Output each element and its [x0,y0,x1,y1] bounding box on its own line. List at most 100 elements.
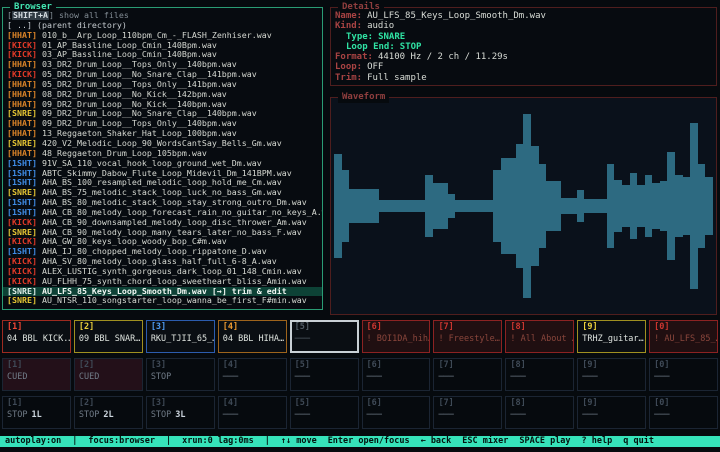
pad-number: [1] [7,398,66,410]
pad[interactable]: [1]04 BBL KICK.… [2,320,71,353]
file-type-tag: [KICK] [7,218,37,227]
status-bar-item: focus:browser [88,436,155,447]
waveform-bar [357,189,365,222]
pad[interactable]: [6]! BOI1DA_hih… [362,320,431,353]
file-type-tag: [1SHT] [7,159,37,168]
detail-row: Kind:audio [335,21,712,31]
waveform-bar [667,152,675,260]
pad[interactable]: [9]TRHZ_guitar… [577,320,646,353]
waveform-bar [660,181,668,231]
pad-sample-name: ─── [295,334,354,346]
file-type-tag: [SNRE] [7,296,37,305]
pad-number: [0] [654,398,713,410]
pad-status-row-a: [1]CUED [2]CUED [3]STOP [4]─── [5]─── [6… [2,358,718,391]
file-row[interactable]: [1SHT]AHA_CB_80_melody_loop_forecast_rai… [3,208,322,218]
file-name: 13_Reggaeton_Shaker_Hat_Loop_100bpm.wav [42,129,237,138]
file-name: ABTC_Skimmy_Dabow_Flute_Loop_Midevil_Dm_… [42,169,292,178]
pad-number: [6] [367,398,426,410]
file-type-tag: [KICK] [7,41,37,50]
status-bar-item: autoplay:on [5,436,61,447]
file-row[interactable]: [KICK]AHA_CB_90_downsampled_melody_loop_… [3,218,322,228]
file-row[interactable]: [1SHT]AHA_IJ_80_chopped_melody_loop_ripp… [3,247,322,257]
pad[interactable]: [7]! Freestyle… [433,320,502,353]
file-row[interactable]: [SNRE]AU_NTSR_110_songstarter_loop_wanna… [3,296,322,306]
pad-number: [4] [223,360,282,372]
show-all-files-hint: [SHIFT+A] show all files [3,11,322,21]
file-name: 91V_SA_110_vocal_hook_loop_ground_wet_Dm… [42,159,262,168]
pad-number: [0] [654,322,713,334]
file-type-tag: [HHAT] [7,119,37,128]
file-row[interactable]: [HHAT]13_Reggaeton_Shaker_Hat_Loop_100bp… [3,129,322,139]
waveform-bar [455,200,463,212]
file-row[interactable]: [SNRE]AHA_CB_90_melody_loop_many_tears_l… [3,228,322,238]
file-type-tag: [KICK] [7,277,37,286]
waveform-bar [584,199,592,214]
file-row[interactable]: [1SHT]AHA_BS_80_melodic_stack_loop_stay_… [3,198,322,208]
file-row[interactable]: [1SHT] ABTC_Skimmy_Dabow_Flute_Loop_Midev… [3,169,322,179]
file-row[interactable]: [SNRE]09_DR2_Drum_Loop__No_Snare_Clap__1… [3,109,322,119]
file-row[interactable]: [KICK]05_DR2_Drum_Loop__No_Snare_Clap__1… [3,70,322,80]
file-row[interactable]: [KICK]AHA_SV_80_melody_loop_glass_half_f… [3,257,322,267]
file-name: 420_V2_Melodic_Loop_90_WordsCantSay_Bell… [42,139,282,148]
pad[interactable]: [4]04 BBL HIHA… [218,320,287,353]
file-row[interactable]: [HHAT]05_DR2_Drum_Loop__Tops_Only__141bp… [3,80,322,90]
pad-status-row-b: [1]STOP1L [2]STOP2L [3]STOP3L [4]─── [5]… [2,396,718,429]
pad-status-text: CUED [7,372,27,382]
file-row[interactable]: [KICK]AU_FLHH_75_synth_chord_loop_sweeth… [3,277,322,287]
detail-key: Loop: [335,62,362,72]
waveform-bar [531,146,539,267]
pad[interactable]: [5]─── [290,320,359,353]
file-row[interactable]: [KICK]ALEX_LUSTIG_synth_gorgeous_dark_lo… [3,267,322,277]
pad-number: [3] [151,398,210,410]
pad[interactable]: [3]RKU_TJII_65_… [146,320,215,353]
waveform-bar [402,200,410,212]
waveform-bar [425,175,433,237]
pad-status-text: STOP [151,372,171,382]
pad-status-text: ─── [438,372,453,382]
parent-directory-item[interactable]: [ ..] (parent directory) [3,21,322,31]
pad-status-cell: [8]─── [505,396,574,429]
pad[interactable]: [2]09 BBL SNAR… [74,320,143,353]
waveform-bar [698,164,706,247]
waveform-display [334,102,713,310]
file-row[interactable]: [HHAT] 09_DR2_Drum_Loop__Tops_Only__140bp… [3,119,322,129]
file-row[interactable]: [SNRE]AU_LFS_85_Keys_Loop_Smooth_Dm.wav[… [3,287,322,297]
file-row[interactable]: [HHAT]48_Reggaeton_Drum_Loop_105bpm.wav [3,149,322,159]
file-row[interactable]: [SNRE]420_V2_Melodic_Loop_90_WordsCantSa… [3,139,322,149]
waveform-bar [561,198,569,215]
file-type-tag: [1SHT] [7,169,37,178]
file-row[interactable]: [HHAT]03_DR2_Drum_Loop__Tops_Only__140bp… [3,60,322,70]
pad-status-cell: [2]STOP2L [74,396,143,429]
pad-sample-name: 09 BBL SNAR… [79,334,138,346]
file-name: AHA_SV_80_melody_loop_glass_half_full_6-… [42,257,277,266]
file-row[interactable]: [1SHT] 91V_SA_110_vocal_hook_loop_ground_… [3,159,322,169]
file-type-tag: [KICK] [7,50,37,59]
file-row[interactable]: [KICK]01_AP_Bassline_Loop_Cmin_140Bpm.wa… [3,41,322,51]
waveform-bar [334,154,342,258]
pad-number: [2] [79,398,138,410]
file-name: 48_Reggaeton_Drum_Loop_105bpm.wav [42,149,207,158]
file-name: 010_b__Arp_Loop_110bpm_Cm_-_FLASH_Zenhis… [42,31,272,40]
pad-number: [1] [7,322,66,334]
pad-status-cell: [4]─── [218,396,287,429]
pad-status-cell: [1]CUED [2,358,71,391]
pad-status-cell: [7]─── [433,358,502,391]
file-name: 08_DR2_Drum_Loop__No_Kick__142bpm.wav [42,90,227,99]
file-row[interactable]: [HHAT]010_b__Arp_Loop_110bpm_Cm_-_FLASH_… [3,31,322,41]
file-row[interactable]: [1SHT]AHA_BS_100_resampled_melodic_loop_… [3,178,322,188]
file-row[interactable]: [KICK]AHA_GW_80_keys_loop_woody_bop_C#m.… [3,237,322,247]
file-row[interactable]: [HHAT]09_DR2_Drum_Loop__No_Kick__140bpm.… [3,100,322,110]
pad-status-text: ─── [295,410,310,420]
detail-key: Kind: [335,21,362,31]
detail-row: Format:44100 Hz / 2 ch / 11.29s [335,52,712,62]
file-row[interactable]: [SNRE]AHA_BS_75_melodic_stack_loop_luck_… [3,188,322,198]
file-name: 09_DR2_Drum_Loop__Tops_Only__140bpm.wav [42,119,237,128]
file-row[interactable]: [HHAT]08_DR2_Drum_Loop__No_Kick__142bpm.… [3,90,322,100]
pad[interactable]: [8]! All About … [505,320,574,353]
pad[interactable]: [0]! AU_LFS_85_… [649,320,718,353]
waveform-bar [470,200,478,212]
pad-number: [7] [438,322,497,334]
status-bar-item: ? help [582,436,613,447]
file-row[interactable]: [KICK]03_AP_Bassline_Loop_Cmin_140Bpm.wa… [3,50,322,60]
file-type-tag: [1SHT] [7,198,37,207]
